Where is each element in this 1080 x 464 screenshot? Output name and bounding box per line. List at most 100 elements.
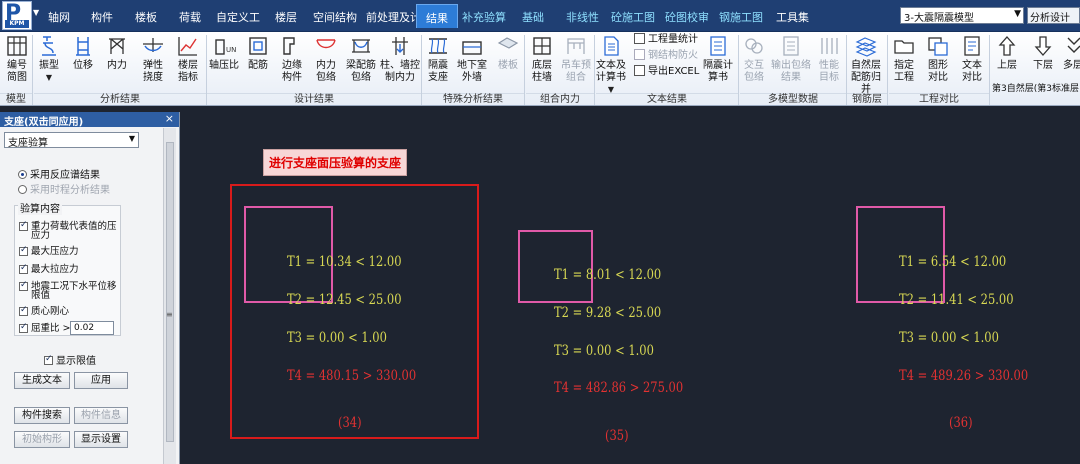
text-compare-button[interactable]: 文本对比 xyxy=(958,34,986,94)
interactive-envelope-icon xyxy=(742,34,766,58)
mode-shape-icon xyxy=(37,34,61,58)
column-wall-icon xyxy=(388,34,412,58)
display-settings-button[interactable]: 显示设置 xyxy=(74,431,128,448)
menu-item-steel-drawing[interactable]: 钢施工图 xyxy=(719,9,763,25)
member-info-button[interactable]: 构件信息 xyxy=(74,407,128,424)
performance-target-button[interactable]: 性能目标 xyxy=(815,34,843,94)
multi-floor-button[interactable]: 多层 xyxy=(1062,34,1080,78)
natural-layer-merge-button[interactable]: 自然层配筋归并 xyxy=(848,34,884,95)
internal-force-envelope-button[interactable]: 内力包络 xyxy=(312,34,340,94)
internal-force-button[interactable]: 内力 xyxy=(104,34,130,94)
radio-response-spectrum[interactable]: 采用反应谱结果 xyxy=(18,166,100,181)
ribbon-separator xyxy=(524,35,525,105)
apply-button[interactable]: 应用 xyxy=(74,372,128,389)
initial-shape-button[interactable]: 初始构形 xyxy=(14,431,70,448)
slab-icon xyxy=(496,34,520,58)
generate-text-button[interactable]: 生成文本 xyxy=(14,372,70,389)
floor-index-icon xyxy=(176,34,200,58)
edge-member-button[interactable]: 边缘构件 xyxy=(278,34,306,94)
panel-title-bar: 支座(双击同应用) × xyxy=(0,112,179,128)
radio-time-history[interactable]: 采用时程分析结果 xyxy=(18,181,110,196)
menu-item-custom[interactable]: 自定义工 xyxy=(216,9,260,25)
edge-member-icon xyxy=(280,34,304,58)
menu-item-space-structure[interactable]: 空间结构 xyxy=(313,9,357,25)
check-type-select[interactable]: 支座验算 ▼ xyxy=(4,132,139,149)
check-seismic-displacement-limit[interactable]: 地震工况下水平位移限值 xyxy=(19,281,121,300)
chevron-down-icon: ▼ xyxy=(128,134,135,143)
bearing-34-t3: T3 = 0.00 < 1.00 xyxy=(287,330,387,346)
rebar-layer-icon xyxy=(854,34,878,58)
bearing-panel: 支座(双击同应用) × 支座验算 ▼ ≡ 采用反应谱结果 采用时程分析结果 验算… xyxy=(0,112,180,464)
quantity-statistics-button[interactable]: 工程量统计 xyxy=(634,32,698,47)
menu-item-floors[interactable]: 楼层 xyxy=(275,9,297,25)
logo-dropdown-icon[interactable]: ▼ xyxy=(33,8,39,17)
basement-wall-button[interactable]: 地下室外墙 xyxy=(457,34,487,94)
beam-reinforcement-envelope-button[interactable]: 梁配筋包络 xyxy=(345,34,377,94)
analysis-design-button[interactable]: 分析设计 xyxy=(1027,7,1080,24)
bearing-35-t4: T4 = 482.86 > 275.00 xyxy=(554,380,684,396)
output-envelope-result-button[interactable]: 输出包络结果 xyxy=(771,34,811,94)
check-max-compressive-stress[interactable]: 最大压应力 xyxy=(19,246,79,256)
menu-item-slab[interactable]: 楼板 xyxy=(135,9,157,25)
menu-item-toolset[interactable]: 工具集 xyxy=(776,9,809,25)
check-max-tensile-stress[interactable]: 最大拉应力 xyxy=(19,264,79,274)
graphic-compare-button[interactable]: 图形对比 xyxy=(924,34,952,94)
menu-item-results[interactable]: 结果 xyxy=(416,4,458,28)
elastic-deflection-button[interactable]: 弹性挠度 xyxy=(138,34,168,94)
chevron-down-icon: ▼ xyxy=(1014,9,1021,19)
text-calculation-book-button[interactable]: 文本及计算书 ▼ xyxy=(596,34,626,94)
multi-floor-icon xyxy=(1062,34,1080,58)
ribbon-separator xyxy=(32,35,33,105)
checkbox-checked-icon xyxy=(19,323,28,333)
numbering-diagram-button[interactable]: 编号简图 xyxy=(3,34,31,94)
basement-wall-icon xyxy=(460,34,484,58)
model-select[interactable]: 3-大震隔震模型 ▼ xyxy=(900,7,1024,24)
steel-fireproof-button[interactable]: 钢结构防火 xyxy=(634,48,698,63)
isolation-bearing-icon xyxy=(426,34,450,58)
mode-shape-button[interactable]: 振型 ▼ xyxy=(36,34,62,94)
menu-item-foundation[interactable]: 基础 xyxy=(522,9,544,25)
group-label-special-analysis: 特殊分析结果 xyxy=(422,93,524,106)
scrollbar-thumb[interactable] xyxy=(166,142,174,442)
axial-ratio-button[interactable]: UN 轴压比 xyxy=(208,34,240,94)
menu-item-preprocess[interactable]: 前处理及计 xyxy=(366,9,421,25)
menu-item-grid[interactable]: 轴网 xyxy=(48,9,70,25)
isolation-bearing-button[interactable]: 隔震支座 xyxy=(424,34,452,94)
upper-floor-button[interactable]: 上层 xyxy=(994,34,1020,78)
lower-floor-button[interactable]: 下层 xyxy=(1030,34,1056,78)
menu-item-members[interactable]: 构件 xyxy=(91,9,113,25)
crane-precombination-button[interactable]: 吊车预组合 xyxy=(560,34,592,94)
displacement-button[interactable]: 位移 xyxy=(70,34,96,94)
menu-item-supplementary-check[interactable]: 补充验算 xyxy=(462,9,506,25)
group-label-combined-forces: 组合内力 xyxy=(526,93,594,106)
export-excel-button[interactable]: 导出EXCEL xyxy=(634,64,699,79)
check-mass-stiffness-center[interactable]: 质心刚心 xyxy=(19,306,69,316)
menu-item-loads[interactable]: 荷载 xyxy=(179,9,201,25)
menu-item-concrete-review[interactable]: 砼图校审 xyxy=(665,9,709,25)
radio-selected-icon xyxy=(18,170,27,179)
reinforcement-button[interactable]: 配筋 xyxy=(244,34,272,94)
drawing-canvas[interactable]: 进行支座面压验算的支座 T1 = 10.34 < 12.00 T2 = 12.4… xyxy=(181,112,1080,464)
column-wall-control-force-button[interactable]: 柱、墙控制内力 xyxy=(380,34,420,94)
model-select-value: 3-大震隔震模型 xyxy=(904,13,974,24)
yield-ratio-input[interactable]: 0.02 xyxy=(70,321,114,335)
axial-ratio-icon: UN xyxy=(212,34,236,58)
interactive-envelope-button[interactable]: 交互包络 xyxy=(740,34,768,94)
app-logo[interactable]: P KPM xyxy=(2,1,32,30)
bearing-35-t3: T3 = 0.00 < 1.00 xyxy=(554,343,654,359)
check-gravity-compressive-stress[interactable]: 重力荷载代表值的压应力 xyxy=(19,221,121,240)
member-search-button[interactable]: 构件搜索 xyxy=(14,407,70,424)
bottom-column-wall-button[interactable]: 底层柱墙 xyxy=(528,34,556,94)
check-yield-weight-ratio[interactable]: 屈重比 > xyxy=(19,323,70,333)
close-icon[interactable]: × xyxy=(165,112,174,125)
bearing-34-id: (34) xyxy=(338,415,362,431)
specify-project-button[interactable]: 指定工程 xyxy=(890,34,918,94)
show-limit-checkbox[interactable]: 显示限值 xyxy=(44,352,96,367)
radio-unselected-icon xyxy=(18,185,27,194)
panel-scrollbar[interactable]: ≡ xyxy=(163,128,176,464)
menu-item-concrete-drawing[interactable]: 砼施工图 xyxy=(611,9,655,25)
isolation-calculation-book-button[interactable]: 隔震计算书 xyxy=(702,34,734,94)
menu-item-nonlinear[interactable]: 非线性 xyxy=(566,9,599,25)
slab-result-button[interactable]: 楼板 xyxy=(494,34,522,94)
floor-index-button[interactable]: 楼层指标 xyxy=(174,34,202,94)
